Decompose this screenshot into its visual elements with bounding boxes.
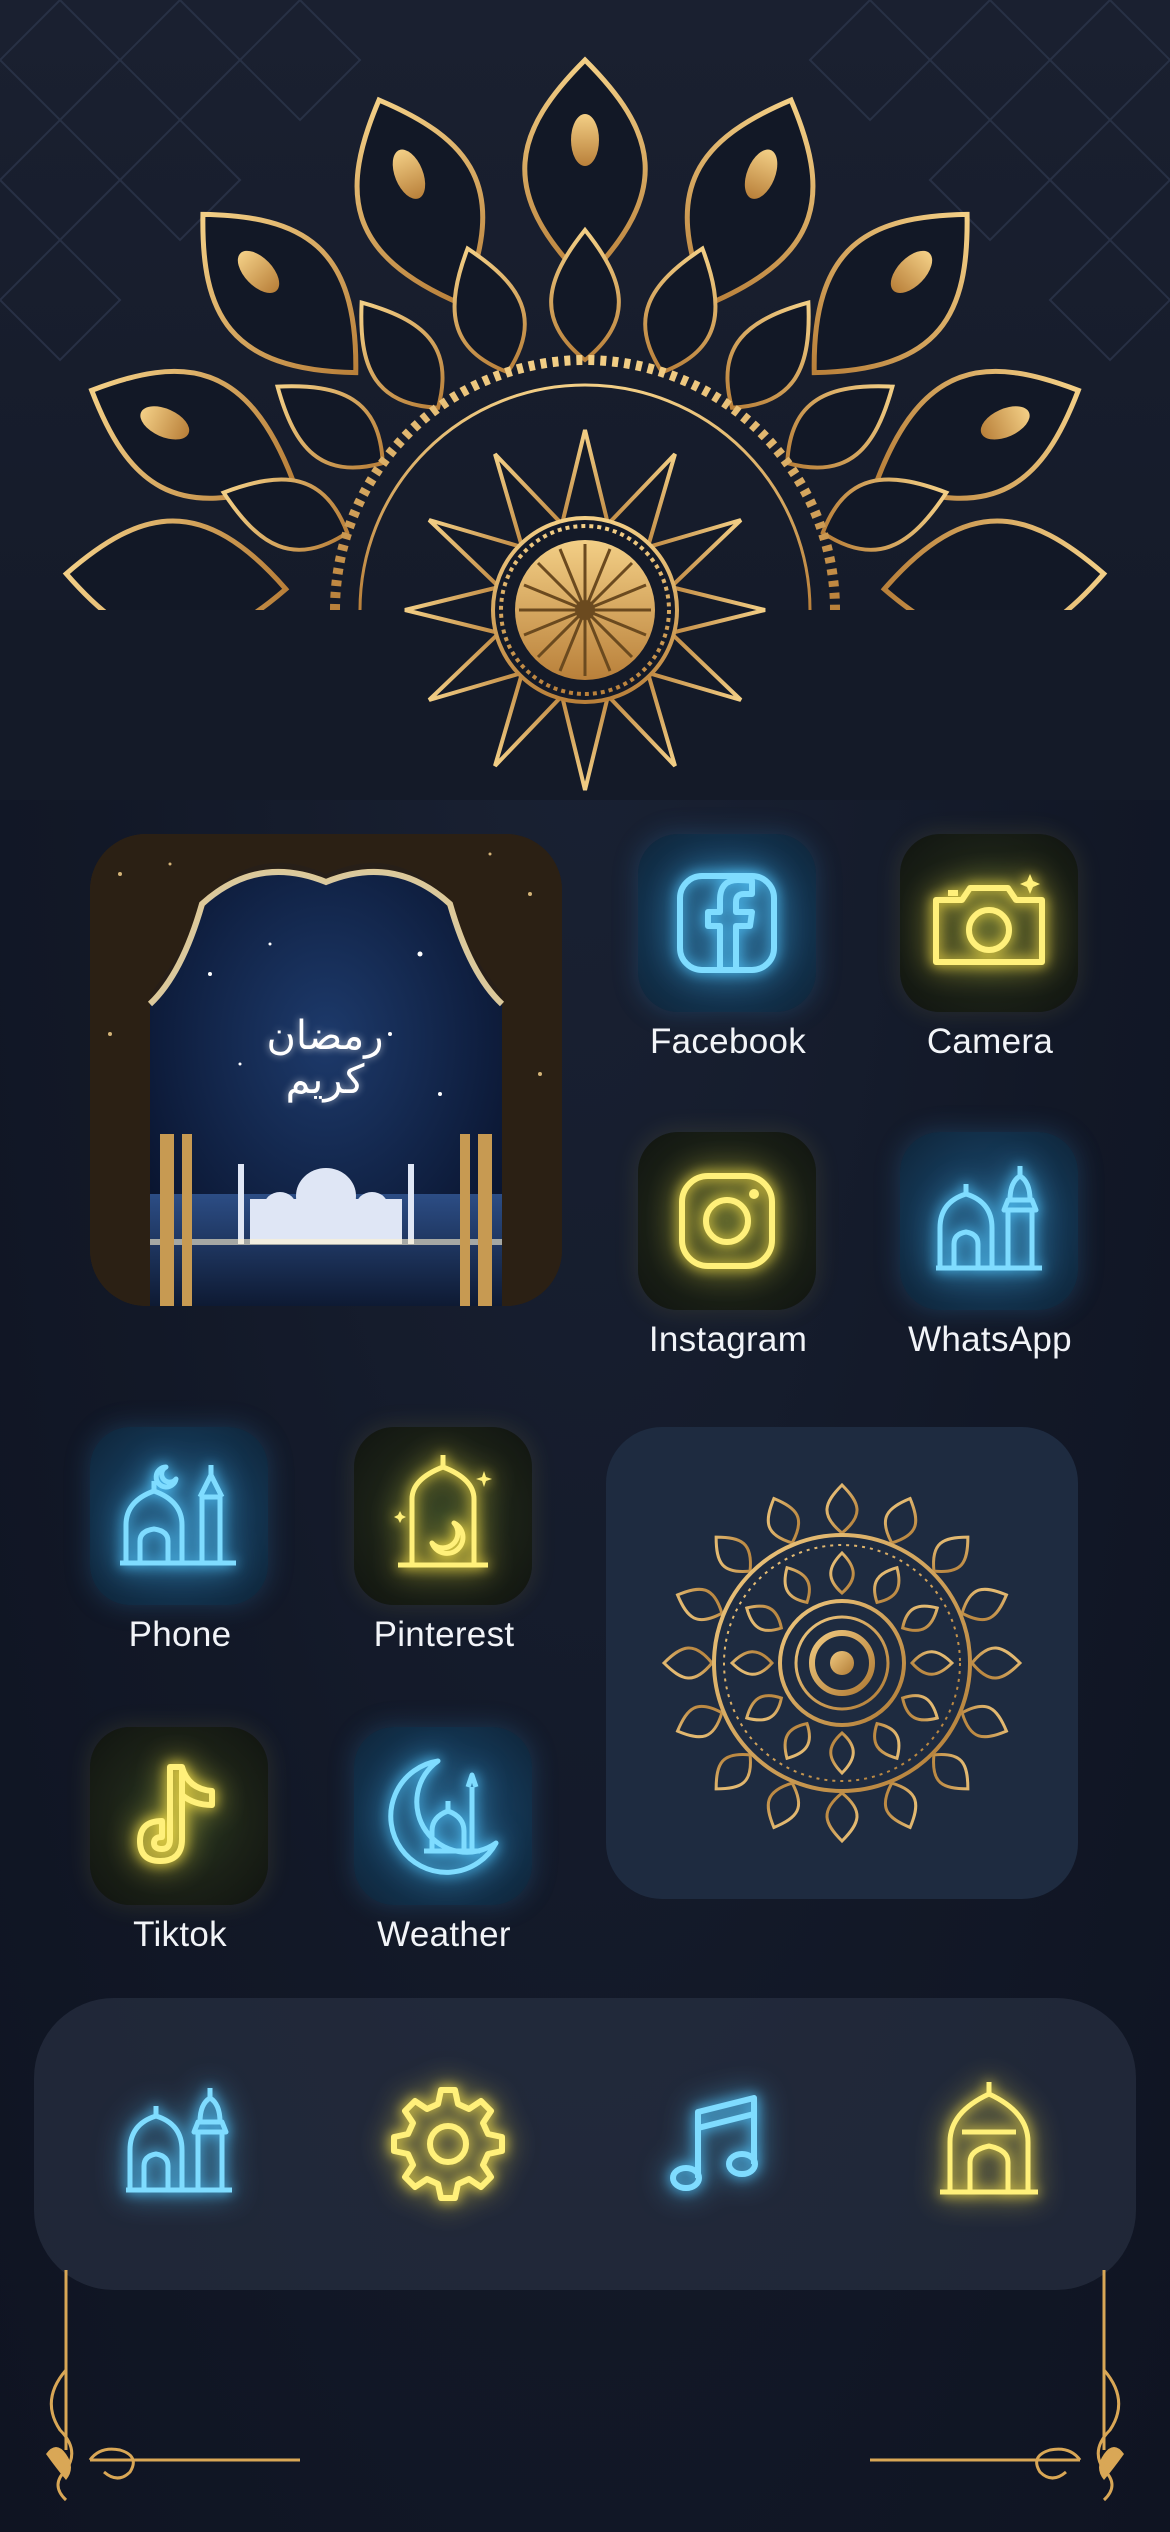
app-icon-tile[interactable] [90,1727,268,1905]
app-label: Phone [128,1615,232,1654]
header-mandala-ornament [0,56,1170,800]
gold-mandala-photo [661,1482,1023,1844]
mosque-icon [936,1166,1042,1271]
app-label: Camera [926,1022,1054,1061]
app-label: Tiktok [133,1915,227,1954]
app-label: WhatsApp [908,1320,1072,1359]
app-whatsapp[interactable]: WhatsApp [900,1132,1080,1359]
app-icon-tile[interactable] [900,834,1078,1012]
tiktok-icon [137,1764,215,1864]
app-pinterest[interactable]: Pinterest [354,1427,534,1654]
app-label: Pinterest [373,1615,515,1654]
footer-corner-ornaments [46,2270,1124,2502]
facebook-icon [677,873,777,973]
calligraphy-line-2: كريم [285,1057,365,1103]
mosque-icon [126,2088,232,2193]
app-instagram[interactable]: Instagram [638,1132,818,1359]
music-note-icon [670,2095,758,2191]
ramadan-photo-widget[interactable]: رمضان كريم [90,834,562,1306]
calligraphy-line-1: رمضان [266,1013,384,1059]
home-screen: رمضان كريم Facebook Camera Instagram Wha… [0,0,1170,2532]
app-icon-tile[interactable] [638,834,816,1012]
app-label: Weather [377,1915,511,1954]
app-facebook[interactable]: Facebook [638,834,818,1061]
app-icon-tile[interactable] [900,1132,1078,1310]
app-weather[interactable]: Weather [354,1727,534,1954]
crescent-mosque-icon [388,1758,499,1875]
app-icon-tile[interactable] [354,1427,532,1605]
lantern-icon [394,1455,492,1568]
instagram-icon [679,1173,775,1269]
app-tiktok[interactable]: Tiktok [90,1727,270,1954]
mosque-icon [120,1464,236,1566]
app-icon-tile[interactable] [90,1427,268,1605]
app-icon-tile[interactable] [354,1727,532,1905]
app-label: Facebook [649,1022,807,1061]
app-camera[interactable]: Camera [900,834,1080,1061]
app-phone[interactable]: Phone [90,1427,270,1654]
camera-icon [933,874,1045,965]
app-icon-tile[interactable] [638,1132,816,1310]
dock [34,1998,1136,2290]
ramadan-calligraphy: رمضان كريم [240,1014,410,1102]
mosque-dome-icon [940,2082,1038,2195]
mandala-photo-widget[interactable] [606,1427,1078,1899]
gear-icon [391,2087,505,2201]
app-label: Instagram [648,1320,808,1359]
